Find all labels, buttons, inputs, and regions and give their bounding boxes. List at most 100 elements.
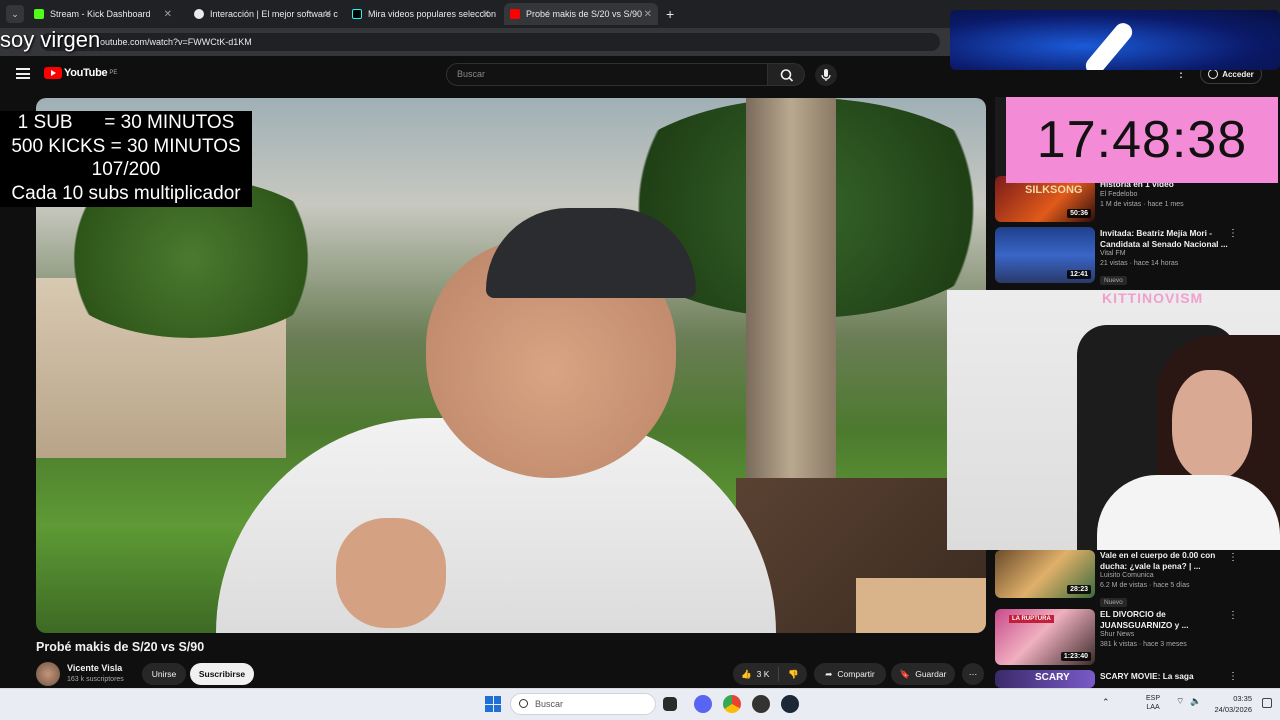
more-actions-button[interactable]: ⋯ — [962, 663, 984, 685]
share-icon: ➦ — [825, 668, 833, 679]
new-tab-button[interactable]: + — [666, 6, 674, 22]
food-box — [856, 578, 986, 633]
recommendation-meta: 1 M de vistas · hace 1 mes — [1100, 200, 1184, 208]
duration-badge: 28:23 — [1067, 585, 1091, 594]
recommendation-title: SCARY MOVIE: La saga — [1100, 671, 1194, 681]
more-options-icon[interactable]: ⋮ — [1228, 671, 1238, 682]
tab-label: Mira videos populares selecciona — [368, 9, 496, 19]
recommendation-info[interactable]: Vale en el cuerpo de 0.00 con ducha: ¿va… — [1100, 550, 1230, 609]
close-icon[interactable]: ✕ — [644, 9, 652, 20]
clock-date: 24/03/2026 — [1214, 705, 1252, 714]
logo-text: YouTube — [64, 67, 108, 79]
notifications-icon[interactable] — [1262, 698, 1272, 708]
close-icon[interactable]: ✕ — [324, 9, 332, 20]
close-icon[interactable]: ✕ — [164, 9, 172, 20]
bookmark-icon: 🔖 — [899, 668, 911, 679]
youtube-icon — [510, 9, 520, 19]
tab-label: Interacción | El mejor software c — [210, 9, 338, 19]
tab-tiktok[interactable]: Mira videos populares selecciona ✕ — [346, 3, 496, 25]
recommendation-thumbnail[interactable]: 12:41 — [995, 227, 1095, 283]
more-options-icon[interactable]: ⋮ — [1228, 228, 1238, 239]
person-hand — [336, 518, 446, 628]
duration-badge: 12:41 — [1067, 270, 1091, 279]
recommendation-thumbnail[interactable]: LA RUPTURA 1:23:40 — [995, 609, 1095, 665]
share-label: Compartir — [837, 669, 875, 679]
recommendation-title: Vale en el cuerpo de 0.00 con ducha: ¿va… — [1100, 550, 1216, 571]
save-label: Guardar — [915, 669, 947, 679]
recommendation-info[interactable]: Invitada: Beatriz Mejía Mori - Candidata… — [1100, 228, 1230, 287]
recommendation-channel: Luisito Comunica — [1100, 572, 1154, 579]
url-field[interactable]: outube.com/watch?v=FWWCtK-d1KM — [40, 33, 940, 51]
channel-name[interactable]: Vicente Visla — [67, 663, 122, 673]
steam-icon[interactable] — [781, 695, 799, 713]
tab-youtube-video[interactable]: Probé makis de S/20 vs S/90 ✕ — [504, 3, 658, 25]
youtube-logo[interactable]: YouTube PE — [44, 67, 117, 79]
thumbnail-text: SILKSONG — [1025, 184, 1083, 196]
webcam-overlay: KITTINOVISM — [947, 290, 1280, 550]
recommendation-info[interactable]: EL DIVORCIO de JUANSGUARNIZO y ... Shur … — [1100, 609, 1230, 650]
menu-icon[interactable] — [16, 68, 30, 79]
recommendation-channel: El Fedelobo — [1100, 190, 1138, 198]
tab-label: Probé makis de S/20 vs S/90 — [526, 9, 643, 19]
like-button[interactable]: 👍 3 K 👎 — [733, 663, 807, 685]
subscribe-label: Suscribirse — [198, 669, 246, 679]
webcam-logo: KITTINOVISM — [1102, 290, 1204, 306]
streamer-face — [1172, 370, 1252, 480]
account-icon — [1208, 69, 1219, 79]
thumbnail-text: LA RUPTURA — [1009, 615, 1054, 623]
subscribe-button[interactable]: Suscribirse — [190, 663, 254, 685]
tab-search-icon[interactable]: ⌄ — [6, 5, 24, 23]
taskbar-clock[interactable]: 03:35 24/03/2026 — [1208, 693, 1252, 715]
search-icon — [519, 699, 528, 708]
keyboard-layout[interactable]: LAA — [1146, 704, 1159, 711]
join-label: Unirse — [151, 669, 177, 679]
volume-icon[interactable]: 🔈 — [1190, 696, 1201, 707]
signin-label: Acceder — [1222, 69, 1254, 79]
task-view-icon[interactable] — [663, 697, 677, 711]
windows-start-icon[interactable] — [485, 696, 501, 712]
voice-search-button[interactable] — [815, 64, 837, 86]
wifi-icon[interactable]: ⌔ — [1176, 696, 1184, 707]
kick-icon — [34, 9, 44, 19]
recommendation-info[interactable]: SCARY MOVIE: La saga — [1100, 671, 1230, 682]
save-button[interactable]: 🔖 Guardar — [891, 663, 955, 685]
overlay-slash-shape — [1082, 19, 1136, 70]
new-badge: Nuevo — [1100, 598, 1127, 607]
overlay-headline: soy virgen — [0, 27, 101, 52]
subscriber-count: 163 k suscriptores — [67, 676, 124, 683]
recommendation-info[interactable]: Historia en 1 video El Fedelobo 1 M de v… — [1100, 179, 1230, 210]
new-badge: Nuevo — [1100, 276, 1127, 285]
more-options-icon[interactable]: ⋮ — [1228, 552, 1238, 563]
recommendation-meta: 21 vistas · hace 14 horas — [1100, 260, 1179, 267]
language-indicator[interactable]: ESP — [1146, 695, 1160, 702]
thumbnail-text: SCARY — [1035, 672, 1070, 683]
close-icon[interactable]: ✕ — [482, 9, 490, 20]
recommendation-channel: Shur News — [1100, 631, 1135, 638]
share-button[interactable]: ➦ Compartir — [814, 663, 886, 685]
obs-icon[interactable] — [752, 695, 770, 713]
chevron-up-icon[interactable]: ⌃ — [1102, 697, 1110, 708]
channel-avatar[interactable] — [36, 662, 60, 686]
discord-icon[interactable] — [694, 695, 712, 713]
thumbs-up-icon: 👍 — [741, 668, 752, 679]
site-icon — [194, 9, 204, 19]
like-count: 3 K — [756, 669, 770, 679]
chrome-icon[interactable] — [723, 695, 741, 713]
search-input[interactable]: Buscar — [446, 63, 768, 86]
tab-label: Stream - Kick Dashboard — [50, 9, 151, 19]
thumbs-down-icon[interactable]: 👎 — [788, 669, 799, 680]
tab-interaccion[interactable]: Interacción | El mejor software c ✕ — [188, 3, 338, 25]
join-button[interactable]: Unirse — [142, 663, 186, 685]
rule-line: Cada 10 subs multiplicador — [11, 182, 241, 204]
search-button[interactable] — [767, 63, 805, 86]
recommendation-channel: Vital FM — [1100, 250, 1126, 257]
recommendation-title: EL DIVORCIO de JUANSGUARNIZO y ... — [1100, 609, 1189, 630]
recommendation-thumbnail[interactable]: 28:23 — [995, 550, 1095, 598]
tab-kick-dashboard[interactable]: Stream - Kick Dashboard ✕ — [28, 3, 178, 25]
more-options-icon[interactable]: ⋮ — [1228, 610, 1238, 621]
youtube-play-icon — [44, 67, 62, 79]
taskbar-search-input[interactable]: Buscar — [510, 693, 656, 715]
recommendation-thumbnail[interactable]: SCARY — [995, 670, 1095, 688]
search-placeholder: Buscar — [457, 69, 486, 79]
divider — [778, 667, 780, 681]
